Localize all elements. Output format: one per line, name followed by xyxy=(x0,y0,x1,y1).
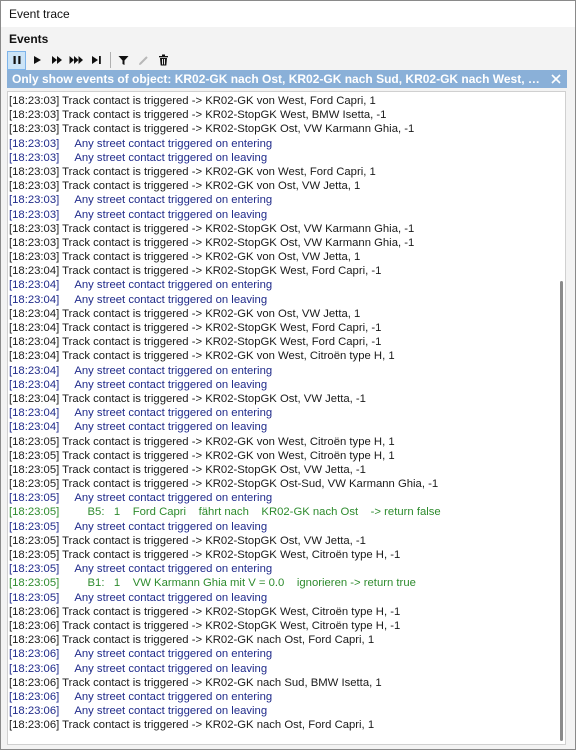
log-entry-street[interactable]: [18:23:06] Any street contact triggered … xyxy=(8,647,556,661)
log-entry-street[interactable]: [18:23:04] Any street contact triggered … xyxy=(8,278,556,292)
pause-icon xyxy=(13,56,20,64)
log-entry-street[interactable]: [18:23:04] Any street contact triggered … xyxy=(8,364,556,378)
events-section-title: Events xyxy=(9,32,49,46)
window-title: Event trace xyxy=(9,7,70,21)
object-filter-bar: Only show events of object: KR02-GK nach… xyxy=(7,70,567,88)
log-entry-contact[interactable]: [18:23:04] Track contact is triggered ->… xyxy=(8,392,556,406)
log-entry-contact[interactable]: [18:23:05] Track contact is triggered ->… xyxy=(8,548,556,562)
log-entry-street[interactable]: [18:23:06] Any street contact triggered … xyxy=(8,690,556,704)
step-forward-icon xyxy=(51,56,62,64)
log-entry-street[interactable]: [18:23:06] Any street contact triggered … xyxy=(8,704,556,718)
log-entry-contact[interactable]: [18:23:05] Track contact is triggered ->… xyxy=(8,534,556,548)
filter-icon xyxy=(118,55,129,65)
log-entry-contact[interactable]: [18:23:03] Track contact is triggered ->… xyxy=(8,94,556,108)
log-entry-contact[interactable]: [18:23:05] Track contact is triggered ->… xyxy=(8,463,556,477)
log-entry-street[interactable]: [18:23:03] Any street contact triggered … xyxy=(8,151,556,165)
log-entry-street[interactable]: [18:23:03] Any street contact triggered … xyxy=(8,193,556,207)
log-entry-contact[interactable]: [18:23:03] Track contact is triggered ->… xyxy=(8,165,556,179)
log-entry-contact[interactable]: [18:23:03] Track contact is triggered ->… xyxy=(8,179,556,193)
log-entry-contact[interactable]: [18:23:06] Track contact is triggered ->… xyxy=(8,676,556,690)
step-forward-button[interactable] xyxy=(47,51,66,70)
log-entry-contact[interactable]: [18:23:05] Track contact is triggered ->… xyxy=(8,449,556,463)
play-icon xyxy=(33,56,41,64)
scrollbar-thumb[interactable] xyxy=(560,281,563,741)
log-entry-contact[interactable]: [18:23:04] Track contact is triggered ->… xyxy=(8,335,556,349)
log-entry-street[interactable]: [18:23:05] Any street contact triggered … xyxy=(8,491,556,505)
filter-description: Only show events of object: KR02-GK nach… xyxy=(12,72,546,86)
log-entry-street[interactable]: [18:23:03] Any street contact triggered … xyxy=(8,137,556,151)
log-entry-contact[interactable]: [18:23:05] Track contact is triggered ->… xyxy=(8,477,556,491)
log-entry-contact[interactable]: [18:23:05] Track contact is triggered ->… xyxy=(8,435,556,449)
log-entry-action[interactable]: [18:23:05] B5: 1 Ford Capri fährt nach K… xyxy=(8,505,556,519)
log-entry-street[interactable]: [18:23:04] Any street contact triggered … xyxy=(8,420,556,434)
log-entry-street[interactable]: [18:23:04] Any street contact triggered … xyxy=(8,378,556,392)
events-toolbar xyxy=(7,50,567,70)
log-entry-contact[interactable]: [18:23:03] Track contact is triggered ->… xyxy=(8,122,556,136)
fast-forward-button[interactable] xyxy=(67,51,86,70)
delete-icon xyxy=(159,54,168,66)
event-log[interactable]: [18:23:03] Track contact is triggered ->… xyxy=(7,91,566,745)
fast-forward-icon xyxy=(69,56,83,64)
log-entry-contact[interactable]: [18:23:04] Track contact is triggered ->… xyxy=(8,321,556,335)
pause-button[interactable] xyxy=(7,50,26,70)
edit-button[interactable] xyxy=(134,51,153,70)
log-entry-contact[interactable]: [18:23:03] Track contact is triggered ->… xyxy=(8,236,556,250)
log-entry-contact[interactable]: [18:23:04] Track contact is triggered ->… xyxy=(8,349,556,363)
event-trace-window: Event trace Events Only show events of o… xyxy=(0,0,576,750)
filter-button[interactable] xyxy=(114,51,133,70)
vertical-scrollbar[interactable] xyxy=(558,93,564,743)
log-entry-street[interactable]: [18:23:06] Any street contact triggered … xyxy=(8,662,556,676)
log-entry-street[interactable]: [18:23:05] Any street contact triggered … xyxy=(8,591,556,605)
log-entry-street[interactable]: [18:23:03] Any street contact triggered … xyxy=(8,208,556,222)
clear-filter-button[interactable] xyxy=(549,71,563,87)
log-entry-contact[interactable]: [18:23:04] Track contact is triggered ->… xyxy=(8,264,556,278)
log-entry-contact[interactable]: [18:23:06] Track contact is triggered ->… xyxy=(8,633,556,647)
log-entry-street[interactable]: [18:23:05] Any street contact triggered … xyxy=(8,562,556,576)
log-entry-contact[interactable]: [18:23:06] Track contact is triggered ->… xyxy=(8,619,556,633)
log-entry-street[interactable]: [18:23:04] Any street contact triggered … xyxy=(8,406,556,420)
skip-to-end-button[interactable] xyxy=(87,51,106,70)
log-entry-contact[interactable]: [18:23:03] Track contact is triggered ->… xyxy=(8,108,556,122)
skip-to-end-icon xyxy=(92,56,101,64)
title-bar[interactable]: Event trace xyxy=(1,1,575,27)
delete-button[interactable] xyxy=(154,51,173,70)
log-entry-contact[interactable]: [18:23:06] Track contact is triggered ->… xyxy=(8,718,556,732)
edit-icon xyxy=(139,55,148,65)
log-entry-action[interactable]: [18:23:05] B1: 1 VW Karmann Ghia mit V =… xyxy=(8,576,556,590)
log-entry-street[interactable]: [18:23:04] Any street contact triggered … xyxy=(8,293,556,307)
play-button[interactable] xyxy=(27,51,46,70)
event-log-lines: [18:23:03] Track contact is triggered ->… xyxy=(8,94,556,732)
log-entry-contact[interactable]: [18:23:06] Track contact is triggered ->… xyxy=(8,605,556,619)
close-icon xyxy=(551,74,561,84)
log-entry-contact[interactable]: [18:23:03] Track contact is triggered ->… xyxy=(8,250,556,264)
log-entry-street[interactable]: [18:23:05] Any street contact triggered … xyxy=(8,520,556,534)
log-entry-contact[interactable]: [18:23:03] Track contact is triggered ->… xyxy=(8,222,556,236)
toolbar-separator xyxy=(110,52,111,68)
log-entry-contact[interactable]: [18:23:04] Track contact is triggered ->… xyxy=(8,307,556,321)
